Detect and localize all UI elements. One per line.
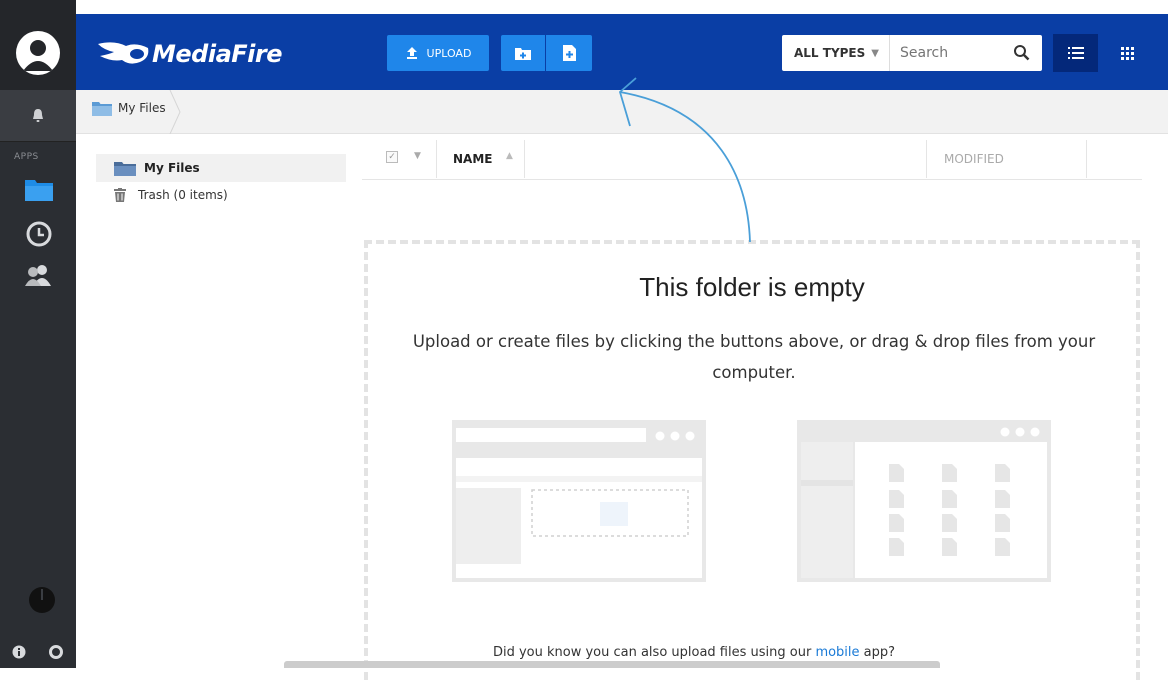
notifications-row[interactable] bbox=[0, 90, 76, 142]
new-folder-button[interactable] bbox=[501, 35, 545, 71]
new-file-icon bbox=[562, 45, 576, 61]
breadcrumb-separator bbox=[169, 90, 181, 134]
drag-drop-illustration bbox=[452, 420, 706, 582]
tree-item-trash[interactable]: Trash (0 items) bbox=[114, 188, 228, 202]
user-silhouette-icon bbox=[23, 40, 53, 71]
bell-icon bbox=[33, 109, 43, 122]
curved-arrow-icon bbox=[618, 77, 751, 243]
search-icon[interactable] bbox=[1013, 44, 1030, 61]
upload-arrow-icon bbox=[406, 47, 417, 59]
mobile-app-link[interactable]: mobile bbox=[815, 645, 859, 660]
tree-item-label: Trash (0 items) bbox=[138, 188, 228, 202]
list-view-icon bbox=[1067, 47, 1084, 59]
empty-folder-title: This folder is empty bbox=[639, 272, 865, 302]
search-input[interactable] bbox=[899, 45, 1010, 61]
upload-label: UPLOAD bbox=[426, 46, 472, 60]
search-box: ALL TYPES ▼ bbox=[782, 35, 1042, 71]
mobile-app-tip: Did you know you can also upload files u… bbox=[364, 645, 1024, 660]
files-app-icon[interactable] bbox=[24, 177, 54, 207]
breadcrumb[interactable]: My Files bbox=[92, 100, 166, 116]
info-icon[interactable] bbox=[12, 644, 26, 663]
new-folder-icon bbox=[515, 48, 531, 60]
grid-view-button[interactable] bbox=[1109, 34, 1145, 72]
new-file-button[interactable] bbox=[546, 35, 592, 71]
column-name-header[interactable]: NAME bbox=[453, 152, 492, 166]
bottom-scroll-bar[interactable] bbox=[284, 661, 940, 668]
upload-button[interactable]: UPLOAD bbox=[387, 35, 489, 71]
apps-label: APPS bbox=[14, 152, 39, 162]
logo-text[interactable]: MediaFire bbox=[152, 40, 283, 68]
empty-folder-text: Upload or create files by clicking the b… bbox=[412, 332, 1096, 382]
column-divider bbox=[436, 140, 437, 178]
storage-gauge-icon[interactable] bbox=[28, 586, 56, 618]
breadcrumb-current: My Files bbox=[118, 101, 166, 115]
tree-item-label: My Files bbox=[144, 161, 200, 175]
chevron-down-icon: ▼ bbox=[871, 47, 879, 59]
tip-text-before: Did you know you can also upload files u… bbox=[492, 645, 816, 660]
sort-ascending-icon[interactable]: ▲ bbox=[506, 151, 513, 161]
select-all-checkbox[interactable]: ✓ bbox=[386, 151, 398, 163]
avatar[interactable] bbox=[16, 31, 60, 75]
type-filter-dropdown[interactable]: ALL TYPES ▼ bbox=[782, 35, 890, 71]
mediafire-flame-icon bbox=[96, 38, 152, 70]
type-filter-label: ALL TYPES bbox=[794, 46, 866, 60]
recent-clock-icon[interactable] bbox=[24, 219, 54, 249]
chevron-down-icon[interactable]: ▼ bbox=[414, 151, 421, 161]
trash-icon bbox=[114, 188, 126, 202]
column-divider bbox=[926, 140, 927, 178]
list-view-button[interactable] bbox=[1053, 34, 1098, 72]
help-lifebuoy-icon[interactable] bbox=[49, 644, 63, 663]
folder-icon bbox=[114, 162, 136, 176]
tip-text-after: app? bbox=[859, 645, 896, 660]
grid-view-icon bbox=[1120, 46, 1134, 60]
tree-item-my-files[interactable]: My Files bbox=[96, 154, 346, 182]
contacts-icon[interactable] bbox=[24, 262, 54, 292]
folder-icon bbox=[92, 102, 112, 116]
column-divider bbox=[1086, 140, 1087, 178]
column-divider bbox=[524, 140, 525, 178]
column-modified-header[interactable]: MODIFIED bbox=[944, 152, 1004, 166]
file-grid-illustration bbox=[797, 420, 1051, 582]
